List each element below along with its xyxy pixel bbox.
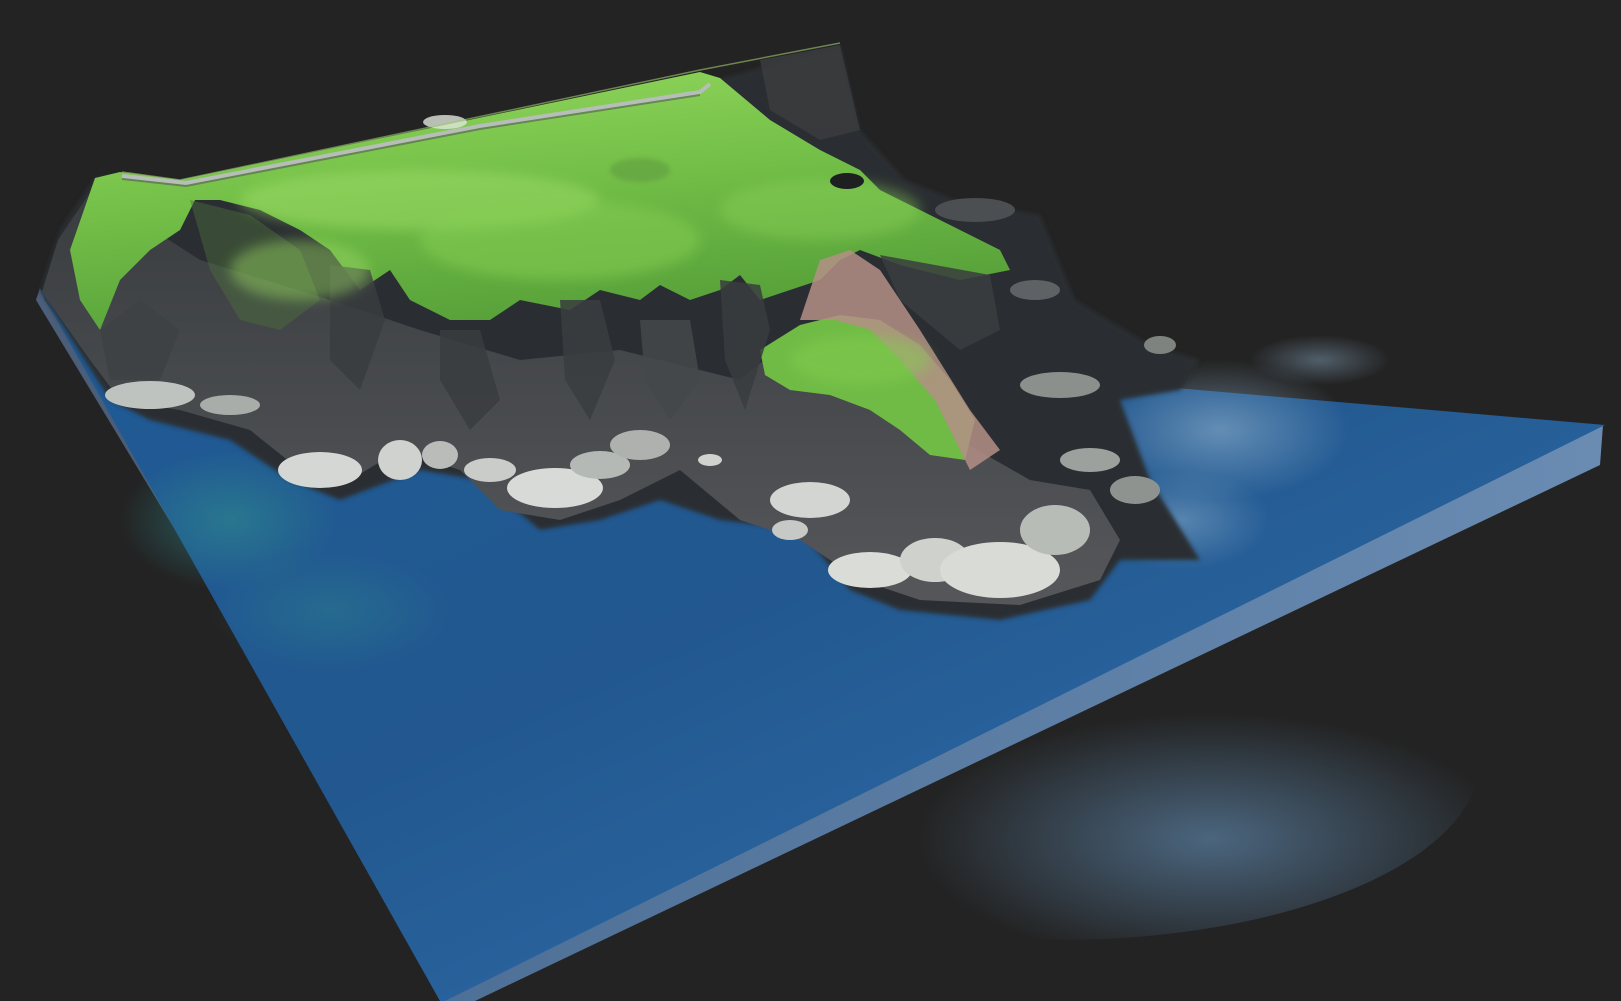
sea-light-patch: [640, 580, 1480, 940]
sea-teal-patch-2: [210, 550, 450, 670]
3d-viewport[interactable]: [0, 0, 1621, 1001]
sinkhole: [830, 173, 864, 189]
sea-foam-far: [1250, 335, 1390, 385]
terrain-model-render[interactable]: [0, 0, 1621, 1001]
